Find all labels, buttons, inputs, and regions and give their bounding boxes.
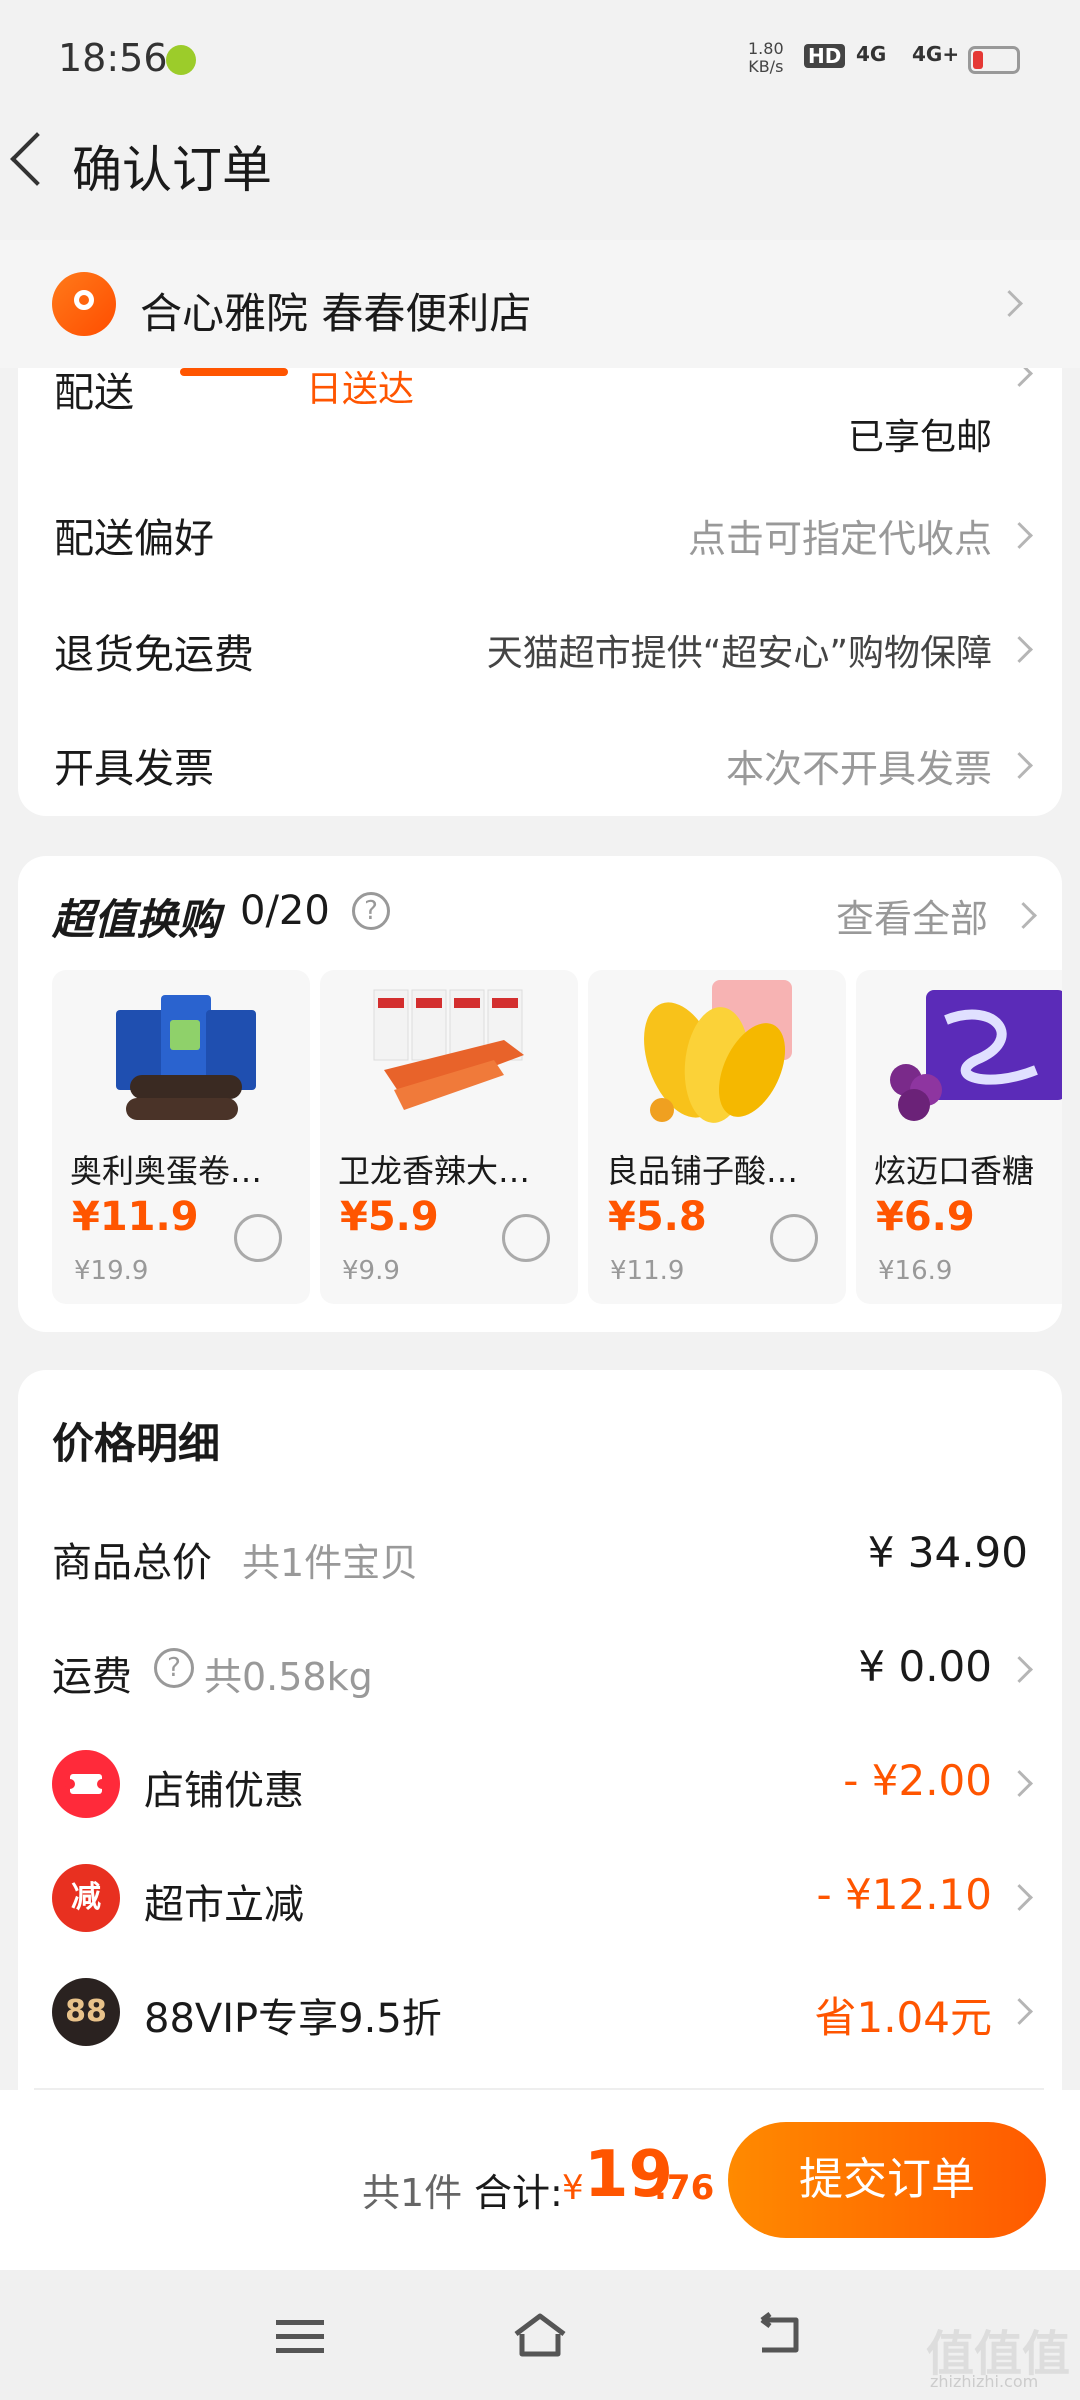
net-speed: 1.80 KB/s [748,40,784,76]
back-arrow-icon[interactable] [10,132,64,186]
product-name: 卫龙香辣大… [338,1152,531,1190]
product-price: ¥5.8 [608,1194,707,1240]
view-all-chevron-icon[interactable] [1010,902,1037,929]
product-name: 奥利奥蛋卷… [70,1152,263,1190]
invoice-value[interactable]: 本次不开具发票 [726,738,992,793]
status-time: 18:56 [58,36,168,80]
free-shipping-note: 已享包邮 [847,417,992,458]
vip-88-icon: 88 [52,1978,120,2046]
product-card[interactable]: 奥利奥蛋卷… ¥11.9 ¥19.9 [52,970,310,1304]
exchange-title: 超值换购 [52,895,221,944]
invoice-chevron-icon[interactable] [1006,752,1033,779]
net-speed-value: 1.80 [748,39,784,58]
delivery-tag [180,368,288,376]
address-text: 合心雅院 春春便利店 [140,289,532,338]
product-name: 良品铺子酸… [606,1152,799,1190]
product-image [86,980,276,1130]
battery-icon [968,46,1020,74]
product-card[interactable]: 卫龙香辣大… ¥5.9 ¥9.9 [320,970,578,1304]
product-card[interactable]: 炫迈口香糖 ¥6.9 ¥16.9 [856,970,1062,1304]
item-count: 共1件 [362,2171,463,2215]
vip-discount-value[interactable]: 省1.04元 [814,1984,992,2045]
delivery-chevron-icon[interactable] [1006,368,1033,387]
delivery-pref-label: 配送偏好 [54,516,214,562]
shipping-label: 运费 [52,1654,132,1700]
delivery-card: 配送 日送达 已享包邮 配送偏好 点击可指定代收点 退货免运费 天猫超市提供“超… [18,368,1062,816]
coupon-icon [52,1750,120,1818]
market-discount-label: 超市立减 [144,1882,304,1928]
product-select-radio[interactable] [234,1214,282,1262]
product-image [876,980,1062,1130]
market-discount-chevron-icon[interactable] [1006,1884,1033,1911]
price-detail-title: 价格明细 [52,1419,221,1468]
product-price: ¥6.9 [876,1194,975,1240]
goods-count: 共1件宝贝 [242,1541,419,1585]
shipping-help-icon[interactable]: ? [154,1648,194,1688]
shipping-weight: 共0.58kg [204,1655,373,1699]
shop-discount-chevron-icon[interactable] [1006,1770,1033,1797]
app-notification-icon [166,45,196,75]
return-chevron-icon[interactable] [1006,636,1033,663]
product-name: 炫迈口香糖 [874,1152,1035,1190]
goods-total-label: 商品总价 [52,1540,212,1586]
market-discount-value[interactable]: - ¥12.10 [817,1870,992,1919]
signal-4gplus-icon: 4G+ [912,42,960,66]
product-select-radio[interactable] [770,1214,818,1262]
delivery-pref-chevron-icon[interactable] [1006,522,1033,549]
total-amount-dec: .76 [654,2168,715,2208]
product-original-price: ¥9.9 [342,1256,400,1286]
watermark-url: zhizhizhi.com [930,2372,1039,2391]
location-pin-icon [52,272,116,336]
net-speed-unit: KB/s [748,57,784,76]
delivery-label: 配送 [54,370,134,416]
total-currency: ¥ [562,2168,584,2208]
vip-discount-chevron-icon[interactable] [1006,1998,1033,2025]
status-bar: 18:56 1.80 KB/s HD 4G 4G+ [0,0,1080,120]
page-title: 确认订单 [72,141,272,199]
product-select-radio[interactable] [502,1214,550,1262]
discount-icon: 减 [52,1864,120,1932]
help-icon[interactable]: ? [352,892,390,930]
vip-discount-label: 88VIP专享9.5折 [144,1996,442,2042]
delivery-value[interactable]: 日送达 [306,368,414,412]
view-all-link[interactable]: 查看全部 [836,888,988,943]
shipping-chevron-icon[interactable] [1006,1656,1033,1683]
exchange-card: 超值换购 0/20 ? 查看全部 奥利奥蛋卷… ¥11.9 ¥19.9 卫龙香辣… [18,856,1062,1332]
back-nav-icon[interactable] [752,2310,806,2364]
exchange-count: 0/20 [240,888,330,934]
shop-discount-value[interactable]: - ¥2.00 [843,1756,992,1805]
total-label: 合计: [474,2171,563,2215]
home-icon[interactable] [510,2310,570,2364]
product-image [622,980,812,1130]
product-price: ¥11.9 [72,1194,199,1240]
hd-icon: HD [804,44,846,68]
menu-icon[interactable] [276,2318,324,2353]
shipping-value: ¥ 0.00 [858,1642,992,1691]
product-original-price: ¥19.9 [74,1256,149,1286]
product-price: ¥5.9 [340,1194,439,1240]
return-label: 退货免运费 [54,632,254,678]
product-card[interactable]: 良品铺子酸… ¥5.8 ¥11.9 [588,970,846,1304]
product-original-price: ¥16.9 [878,1256,953,1286]
invoice-label: 开具发票 [54,746,214,792]
goods-total-value: ¥ 34.90 [867,1528,1028,1577]
product-image [354,980,544,1130]
shop-discount-label: 店铺优惠 [144,1768,304,1814]
product-original-price: ¥11.9 [610,1256,685,1286]
return-value[interactable]: 天猫超市提供“超安心”购物保障 [487,624,992,676]
price-detail-card: 价格明细 商品总价 共1件宝贝 ¥ 34.90 运费 ? 共0.58kg ¥ 0… [18,1370,1062,2090]
submit-order-button[interactable]: 提交订单 [728,2122,1046,2238]
delivery-pref-value[interactable]: 点击可指定代收点 [688,508,992,563]
signal-4g-icon: 4G [856,42,887,66]
